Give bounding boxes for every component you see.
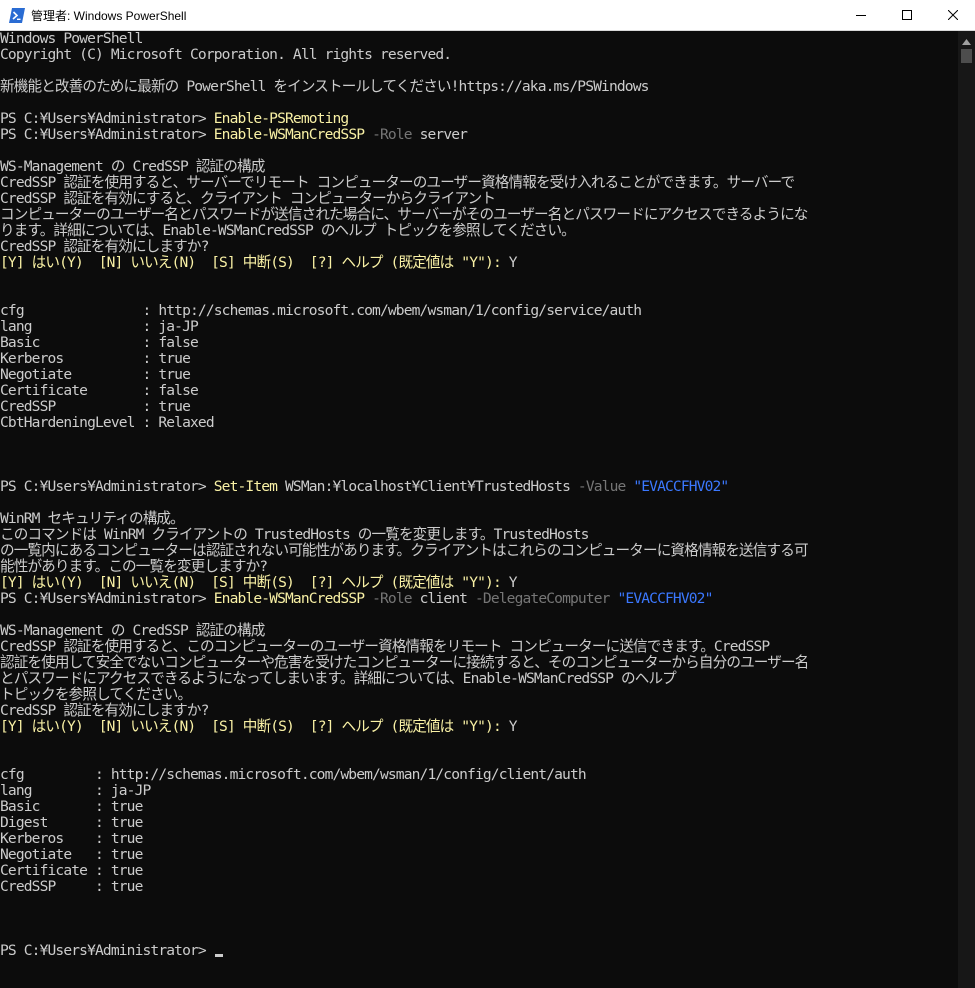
maximize-button[interactable] <box>884 0 930 30</box>
output-line: cfg : http://schemas.microsoft.com/wbem/… <box>0 766 587 783</box>
output-line: Digest : true <box>0 814 143 831</box>
output-line: コンピューターのユーザー名とパスワードが送信された場合に、サーバーがそのユーザー… <box>0 206 808 223</box>
scroll-up-button[interactable] <box>958 31 975 48</box>
confirm-prompt: [Y] はい(Y) [N] いいえ(N) [S] 中断(S) [?] ヘルプ (… <box>0 254 518 271</box>
prompt-line: PS C:¥Users¥Administrator> Enable-WSManC… <box>0 126 468 143</box>
window-title: 管理者: Windows PowerShell <box>31 9 187 23</box>
vertical-scrollbar[interactable] <box>958 31 975 988</box>
title-bar[interactable]: 管理者: Windows PowerShell <box>0 0 975 31</box>
output-line: 認証を使用して安全でないコンピューターや危害を受けたコンピューターに接続すると、… <box>0 654 809 671</box>
output-line: CredSSP 認証を有効にしますか? <box>0 702 209 719</box>
argument: server <box>411 126 468 143</box>
prompt-line: PS C:¥Users¥Administrator> Set-Item WSMa… <box>0 478 729 495</box>
parameter-name: -Role <box>364 126 412 143</box>
output-line: Basic : true <box>0 798 143 815</box>
string-literal: "EVACCFHV02" <box>625 478 729 495</box>
output-line: Windows PowerShell <box>0 31 143 47</box>
parameter-name: -DelegateComputer <box>467 590 610 607</box>
close-icon <box>948 10 958 20</box>
output-line: Negotiate : true <box>0 366 191 383</box>
prompt-line: PS C:¥Users¥Administrator> Enable-WSManC… <box>0 591 713 607</box>
output-line: ります。詳細については、Enable-WSManCredSSP のヘルプ トピッ… <box>0 222 576 239</box>
output-line: CredSSP 認証を使用すると、サーバーでリモート コンピューターのユーザー資… <box>0 174 795 191</box>
output-line: CredSSP 認証を有効にしますか? <box>0 238 209 255</box>
text-cursor <box>214 954 223 957</box>
output-line: lang : ja-JP <box>0 318 199 335</box>
command-name: Enable-WSManCredSSP <box>213 590 365 607</box>
output-line: lang : ja-JP <box>0 782 151 799</box>
prompt: PS C:¥Users¥Administrator> <box>0 110 214 127</box>
confirm-answer: Y <box>508 574 518 591</box>
command-name: Enable-WSManCredSSP <box>213 126 365 143</box>
output-line: の一覧内にあるコンピューターは認証されない可能性があります。クライアントはこれら… <box>0 542 809 559</box>
close-button[interactable] <box>930 0 975 30</box>
minimize-icon <box>856 10 866 20</box>
confirm-choices: [Y] はい(Y) [N] いいえ(N) [S] 中断(S) [?] ヘルプ (… <box>0 574 509 591</box>
argument: client <box>411 590 468 607</box>
output-line: WS-Management の CredSSP 認証の構成 <box>0 158 265 175</box>
confirm-prompt: [Y] はい(Y) [N] いいえ(N) [S] 中断(S) [?] ヘルプ (… <box>0 574 518 591</box>
scrollbar-thumb[interactable] <box>961 49 972 63</box>
argument: WSMan:¥localhost¥Client¥TrustedHosts <box>277 478 571 495</box>
parameter-name: -Role <box>364 590 412 607</box>
output-line: 能性があります。この一覧を変更しますか? <box>0 558 268 575</box>
output-line: Kerberos : true <box>0 830 143 847</box>
output-line: Copyright (C) Microsoft Corporation. All… <box>0 46 452 63</box>
prompt: PS C:¥Users¥Administrator> <box>0 478 214 495</box>
output-line: トピックを参照してください。 <box>0 686 192 703</box>
command-name: Set-Item <box>213 478 278 495</box>
confirm-choices: [Y] はい(Y) [N] いいえ(N) [S] 中断(S) [?] ヘルプ (… <box>0 718 509 735</box>
output-line: Certificate : true <box>0 862 143 879</box>
prompt: PS C:¥Users¥Administrator> <box>0 942 214 959</box>
confirm-answer: Y <box>508 254 518 271</box>
parameter-name: -Value <box>570 478 626 495</box>
output-line: このコマンドは WinRM クライアントの TrustedHosts の一覧を変… <box>0 526 589 543</box>
output-line: 新機能と改善のために最新の PowerShell をインストールしてください!h… <box>0 78 649 95</box>
output-line: Basic : false <box>0 334 199 351</box>
output-line: CbtHardeningLevel : Relaxed <box>0 414 215 431</box>
confirm-answer: Y <box>508 718 518 735</box>
prompt: PS C:¥Users¥Administrator> <box>0 590 214 607</box>
output-line: WinRM セキュリティの構成。 <box>0 510 185 527</box>
output-line: CredSSP : true <box>0 878 143 895</box>
output-line: cfg : http://schemas.microsoft.com/wbem/… <box>0 302 642 319</box>
output-line: CredSSP 認証を有効にすると、クライアント コンピューターからクライアント <box>0 190 496 207</box>
output-line: Negotiate : true <box>0 846 143 863</box>
command-name: Enable-PSRemoting <box>213 110 349 127</box>
prompt-line: PS C:¥Users¥Administrator> Enable-PSRemo… <box>0 110 349 127</box>
prompt: PS C:¥Users¥Administrator> <box>0 126 214 143</box>
output-line: WS-Management の CredSSP 認証の構成 <box>0 622 265 639</box>
maximize-icon <box>902 10 912 20</box>
console-output[interactable]: Windows PowerShell Copyright (C) Microso… <box>0 31 958 988</box>
output-line: Certificate : false <box>0 382 199 399</box>
prompt-line[interactable]: PS C:¥Users¥Administrator> <box>0 943 223 959</box>
output-line: CredSSP : true <box>0 398 191 415</box>
powershell-icon <box>9 8 25 23</box>
chevron-up-icon <box>962 30 971 49</box>
minimize-button[interactable] <box>838 0 884 30</box>
string-literal: "EVACCFHV02" <box>609 590 714 607</box>
powershell-window: 管理者: Windows PowerShell Windows PowerShe… <box>0 0 975 988</box>
output-line: とパスワードにアクセスできるようになってしまいます。詳細については、Enable… <box>0 670 677 687</box>
output-line: Kerberos : true <box>0 350 191 367</box>
confirm-prompt: [Y] はい(Y) [N] いいえ(N) [S] 中断(S) [?] ヘルプ (… <box>0 718 518 735</box>
output-line: CredSSP 認証を使用すると、このコンピューターのユーザー資格情報をリモート… <box>0 638 770 655</box>
confirm-choices: [Y] はい(Y) [N] いいえ(N) [S] 中断(S) [?] ヘルプ (… <box>0 254 509 271</box>
